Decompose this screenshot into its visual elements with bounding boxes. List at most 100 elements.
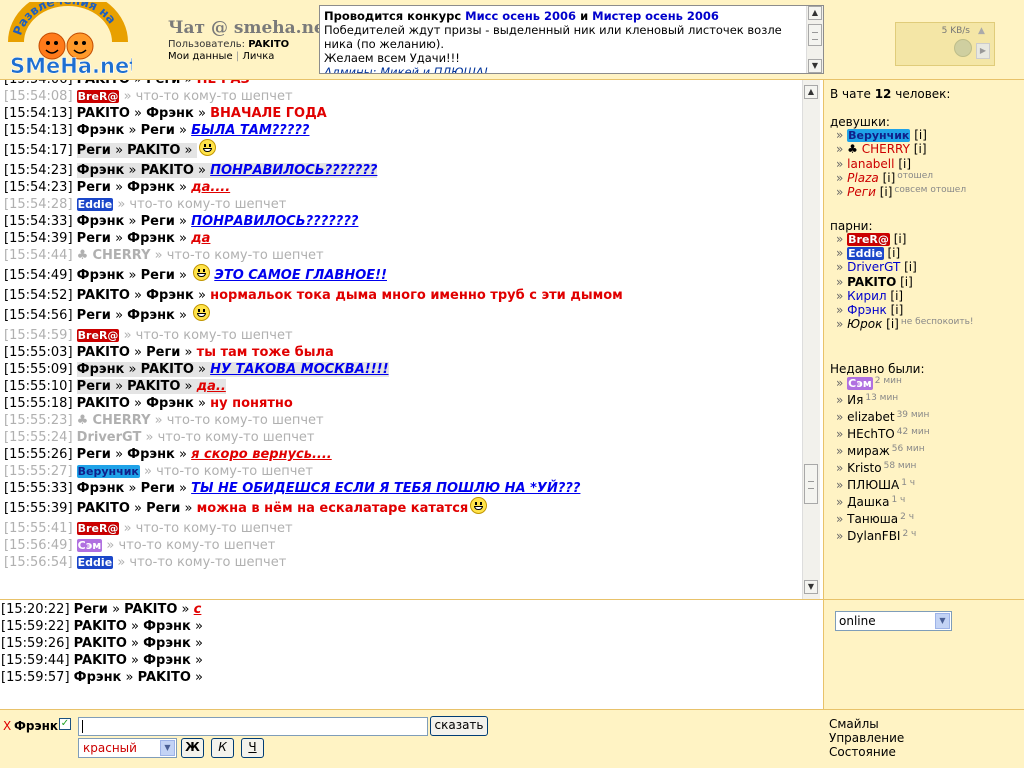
volume-icon[interactable]: ▲ xyxy=(978,26,990,38)
message-recipient[interactable]: Реги xyxy=(141,268,175,283)
message-sender[interactable]: PAKITO xyxy=(77,106,130,121)
site-logo[interactable]: Развлечения на SMeHa.net xyxy=(4,0,140,78)
message-sender[interactable]: Реги xyxy=(77,180,111,195)
user-info-link[interactable]: [i] xyxy=(891,303,904,317)
personal-link[interactable]: Личка xyxy=(242,51,274,62)
message-sender[interactable]: Eddie xyxy=(76,198,114,211)
message-sender[interactable]: PAKITO xyxy=(77,501,130,516)
user-name[interactable]: Plaza xyxy=(847,171,879,185)
recent-user[interactable]: » мираж 56 мин xyxy=(836,444,925,458)
smileys-link[interactable]: Смайлы xyxy=(829,717,879,731)
recent-user[interactable]: » Дашка 1 ч xyxy=(836,495,905,509)
message-recipient[interactable]: Фрэнк xyxy=(143,653,191,668)
user-info-link[interactable]: [i] xyxy=(900,275,913,289)
message-recipient[interactable]: PAKITO xyxy=(127,379,180,394)
message-recipient[interactable]: Реги xyxy=(141,481,175,496)
user-info-link[interactable]: [i] xyxy=(890,289,903,303)
message-sender[interactable]: Фрэнк xyxy=(77,163,125,178)
user-name[interactable]: Кирил xyxy=(847,289,886,303)
message-recipient[interactable]: Фрэнк xyxy=(143,636,191,651)
message-sender[interactable]: PAKITO xyxy=(74,653,127,668)
scroll-thumb[interactable] xyxy=(808,24,822,46)
chat-scroll-down-button[interactable]: ▼ xyxy=(804,580,818,594)
online-user[interactable]: » Фрэнк [i] xyxy=(836,303,903,317)
user-name[interactable]: PAKITO xyxy=(847,275,896,289)
message-sender[interactable]: BreR@ xyxy=(76,522,120,535)
underline-button[interactable]: Ч xyxy=(241,738,264,758)
message-sender[interactable]: BreR@ xyxy=(76,329,120,342)
message-sender[interactable]: PAKITO xyxy=(77,345,130,360)
user-info-link[interactable]: [i] xyxy=(904,260,917,274)
italic-button[interactable]: К xyxy=(211,738,234,758)
message-sender[interactable]: Реги xyxy=(77,308,111,323)
online-user[interactable]: » ♣ CHERRY [i] xyxy=(836,142,927,156)
user-name[interactable]: Дашка xyxy=(847,495,889,509)
message-sender[interactable]: PAKITO xyxy=(74,619,127,634)
message-sender[interactable]: Верунчик xyxy=(76,465,140,478)
online-user[interactable]: » Реги [i] совсем отошел xyxy=(836,185,966,199)
online-user[interactable]: » Plaza [i] отошел xyxy=(836,171,933,185)
user-name[interactable]: Юрок xyxy=(847,317,882,331)
message-input[interactable] xyxy=(78,717,428,736)
recent-user[interactable]: » ПЛЮША 1 ч xyxy=(836,478,915,492)
message-sender[interactable]: Фрэнк xyxy=(77,268,125,283)
user-name[interactable]: elizabet xyxy=(847,410,894,424)
message-sender[interactable]: PAKITO xyxy=(74,636,127,651)
user-name[interactable]: CHERRY xyxy=(862,142,910,156)
state-link[interactable]: Состояние xyxy=(829,745,896,759)
message-sender[interactable]: DriverGT xyxy=(77,430,142,445)
message-sender[interactable]: Реги xyxy=(77,143,111,158)
status-select[interactable]: online ▼ xyxy=(835,611,952,631)
message-recipient[interactable]: Фрэнк xyxy=(146,106,194,121)
message-recipient[interactable]: PAKITO xyxy=(138,670,191,685)
chat-scroll-up-button[interactable]: ▲ xyxy=(804,85,818,99)
recent-user[interactable]: » Сэм 2 мин xyxy=(836,376,902,390)
message-recipient[interactable]: Фрэнк xyxy=(127,231,175,246)
user-info-link[interactable]: [i] xyxy=(880,185,893,199)
chat-scrollbar[interactable]: ▲ ▼ xyxy=(802,80,820,599)
message-recipient[interactable]: Реги xyxy=(146,80,180,87)
message-recipient[interactable]: Фрэнк xyxy=(127,308,175,323)
message-sender[interactable]: Фрэнк xyxy=(77,362,125,377)
online-user[interactable]: » DriverGT [i] xyxy=(836,260,917,274)
user-name[interactable]: DriverGT xyxy=(847,260,900,274)
message-sender[interactable]: Eddie xyxy=(76,556,114,569)
recent-user[interactable]: » HEchTO 42 мин xyxy=(836,427,930,441)
message-recipient[interactable]: PAKITO xyxy=(141,362,194,377)
message-recipient[interactable]: PAKITO xyxy=(124,602,177,617)
user-info-link[interactable]: [i] xyxy=(883,171,896,185)
message-sender[interactable]: PAKITO xyxy=(77,288,130,303)
online-user[interactable]: » lanabell [i] xyxy=(836,157,911,171)
message-sender[interactable]: CHERRY xyxy=(92,248,150,263)
user-name[interactable]: DylanFBI xyxy=(847,529,900,543)
message-recipient[interactable]: Фрэнк xyxy=(127,447,175,462)
message-sender[interactable]: Реги xyxy=(77,447,111,462)
announcement-scrollbar[interactable]: ▲ ▼ xyxy=(806,6,823,73)
user-name[interactable]: BreR@ xyxy=(847,233,890,246)
chevron-down-icon[interactable]: ▼ xyxy=(160,740,175,756)
chevron-down-icon[interactable]: ▼ xyxy=(935,613,950,629)
message-recipient[interactable]: PAKITO xyxy=(141,163,194,178)
user-info-link[interactable]: [i] xyxy=(914,128,927,142)
recent-user[interactable]: » elizabet 39 мин xyxy=(836,410,929,424)
message-sender[interactable]: Фрэнк xyxy=(77,481,125,496)
message-sender[interactable]: BreR@ xyxy=(76,90,120,103)
send-button[interactable]: сказать xyxy=(430,716,488,736)
user-name[interactable]: ПЛЮША xyxy=(847,478,899,492)
online-user[interactable]: » PAKITO [i] xyxy=(836,275,913,289)
message-recipient[interactable]: Реги xyxy=(146,345,180,360)
scroll-down-button[interactable]: ▼ xyxy=(808,59,822,73)
recent-user[interactable]: » Танюша 2 ч xyxy=(836,512,914,526)
user-name[interactable]: Верунчик xyxy=(847,129,911,142)
recent-user[interactable]: » Kristo 58 мин xyxy=(836,461,916,475)
user-name[interactable]: мираж xyxy=(847,444,890,458)
online-user[interactable]: » Юрок [i] не беспокоить! xyxy=(836,317,974,331)
online-user[interactable]: » Верунчик [i] xyxy=(836,128,927,142)
user-info-link[interactable]: [i] xyxy=(898,157,911,171)
color-select[interactable]: красный ▼ xyxy=(78,738,177,758)
message-recipient[interactable]: PAKITO xyxy=(127,143,180,158)
my-data-link[interactable]: Мои данные xyxy=(168,51,233,62)
online-user[interactable]: » Eddie [i] xyxy=(836,246,900,261)
message-sender[interactable]: PAKITO xyxy=(77,396,130,411)
user-name[interactable]: Kristo xyxy=(847,461,881,475)
